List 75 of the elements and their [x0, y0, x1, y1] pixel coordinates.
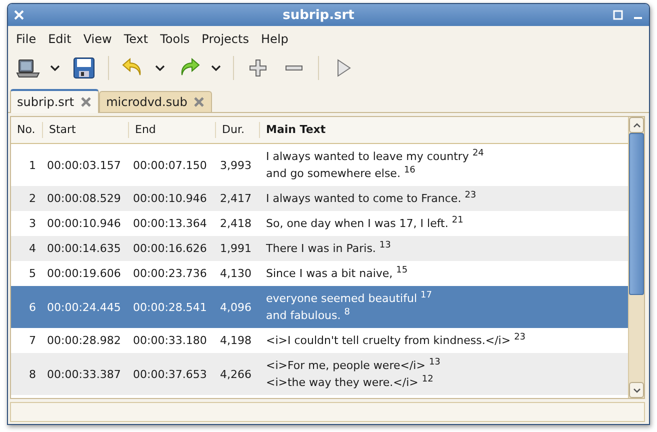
caret-icon[interactable] [155, 65, 165, 71]
subtitle-text: everyone seemed beautiful $^{17}$ [266, 291, 433, 306]
window-title: subrip.srt [282, 8, 356, 22]
table-cell-text: 1,991 [219, 242, 252, 255]
table-cell-text: 1 [28, 158, 37, 172]
table-cell-text: 00:00:16.626 [132, 242, 208, 255]
table-cell-text: 2,417 [219, 192, 252, 205]
subtitle-text: <i>For me, people were</i> $^{13}$ [266, 358, 442, 373]
subtitle-text: There I was in Paris. $^{13}$ [266, 241, 392, 256]
subtitle-text: So, one day when I was 17, I left. $^{21}$ [266, 216, 464, 231]
table-row[interactable]: 6 00:00:24.445 00:00:28.541 4,096 everyone seemed beautiful $^{17}$ and fabulous. $^{8}$ [11, 286, 628, 328]
table-cell-text: 00:00:10.946 [132, 192, 208, 205]
table-cell-text: 00:00:13.364 [132, 217, 208, 230]
subtitle-text: I always wanted to leave my country $^{24}$ [266, 149, 485, 164]
table-cell-text: 00:00:23.736 [132, 267, 208, 280]
caret-icon[interactable] [211, 65, 221, 71]
table-cell-text: 4,198 [219, 334, 252, 347]
table-cell-text: 5 [28, 267, 37, 280]
subtitle-text: and fabulous. $^{8}$ [266, 308, 351, 323]
column-header[interactable]: Main Text [260, 122, 628, 138]
table-cell-text: 00:00:03.157 [46, 158, 122, 172]
table-cell-text: 00:00:07.150 [132, 158, 208, 172]
subtitle-text: <i>I couldn't tell cruelty from kindness.</i> $^{23}$ [266, 333, 527, 348]
scroll-thumb[interactable] [629, 133, 644, 295]
table-cell-text: 00:00:33.180 [132, 334, 208, 347]
scrollbar[interactable] [628, 117, 644, 398]
save-icon[interactable] [72, 56, 96, 80]
tab[interactable]: subrip.srt [10, 89, 100, 113]
column-header[interactable]: Dur. [216, 122, 260, 138]
table-cell-text: 00:00:37.653 [132, 368, 208, 380]
column-header[interactable]: End [129, 122, 216, 138]
subtitle-text: <i>the way they were.</i> $^{12}$ [266, 375, 434, 390]
caret-down-icon[interactable] [632, 388, 640, 392]
close-icon[interactable] [193, 96, 206, 108]
close-icon[interactable] [80, 96, 92, 108]
table-cell-text: 6 [28, 300, 37, 314]
menu-item[interactable]: Tools [154, 30, 196, 48]
menu-item[interactable]: Help [254, 30, 294, 48]
tab[interactable]: microdvd.sub [99, 91, 212, 112]
table-cell-text: 00:00:08.529 [46, 192, 122, 205]
subtitle-text: Since I was a bit naive, $^{15}$ [266, 266, 409, 281]
scroll-up-button[interactable] [629, 117, 644, 133]
menu-item[interactable]: Projects [196, 30, 255, 48]
menu-item[interactable]: File [10, 30, 42, 48]
table-cell-text: 00:00:28.982 [46, 334, 122, 347]
table-cell-text: 7 [28, 334, 37, 347]
table-row[interactable]: 8 00:00:33.387 00:00:37.653 4,266 <i>For me, people were</i> $^{13}$ <i>the way they were.</i> $^{12}$ [11, 353, 628, 395]
scroll-down-button[interactable] [629, 382, 644, 398]
table-cell-text: 4 [28, 242, 37, 255]
subtitle-text: I always wanted to come to France. $^{23}$ [266, 191, 478, 206]
table-cell-text: 2 [28, 192, 37, 205]
table-cell-text: 00:00:19.606 [46, 267, 122, 280]
caret-icon[interactable] [50, 65, 60, 71]
table-cell-text: 4,130 [219, 267, 252, 280]
table-cell-text: 4,096 [219, 300, 252, 314]
table-row[interactable]: 2 00:00:08.529 00:00:10.946 2,417 I always wanted to come to France. $^{23}$ [11, 186, 628, 211]
table-cell-text: 00:00:10.946 [46, 217, 122, 230]
table-cell-text: 3 [28, 217, 37, 230]
menu-item[interactable]: Edit [42, 30, 78, 48]
table-cell-text: 00:00:24.445 [46, 300, 122, 314]
table-cell-text: 2,418 [219, 217, 252, 230]
table-cell-text: 8 [28, 368, 37, 380]
table-cell-text: 00:00:14.635 [46, 242, 122, 255]
table-row[interactable]: 4 00:00:14.635 00:00:16.626 1,991 There I was in Paris. $^{13}$ [11, 236, 628, 261]
subtitle-text: and go somewhere else. $^{16}$ [266, 166, 416, 181]
menu-item[interactable]: View [77, 30, 118, 48]
caret-up-icon[interactable] [632, 122, 640, 128]
maximize-icon[interactable] [613, 10, 623, 20]
menu-item[interactable]: Text [118, 30, 154, 48]
column-header[interactable]: Start [43, 122, 129, 138]
table-cell-text: 4,266 [219, 368, 252, 380]
table-cell-text: 3,993 [219, 158, 252, 172]
table-cell-text: 00:00:33.387 [46, 368, 122, 380]
table-cell-text: 00:00:28.541 [132, 300, 208, 314]
column-header[interactable]: No. [11, 122, 43, 138]
